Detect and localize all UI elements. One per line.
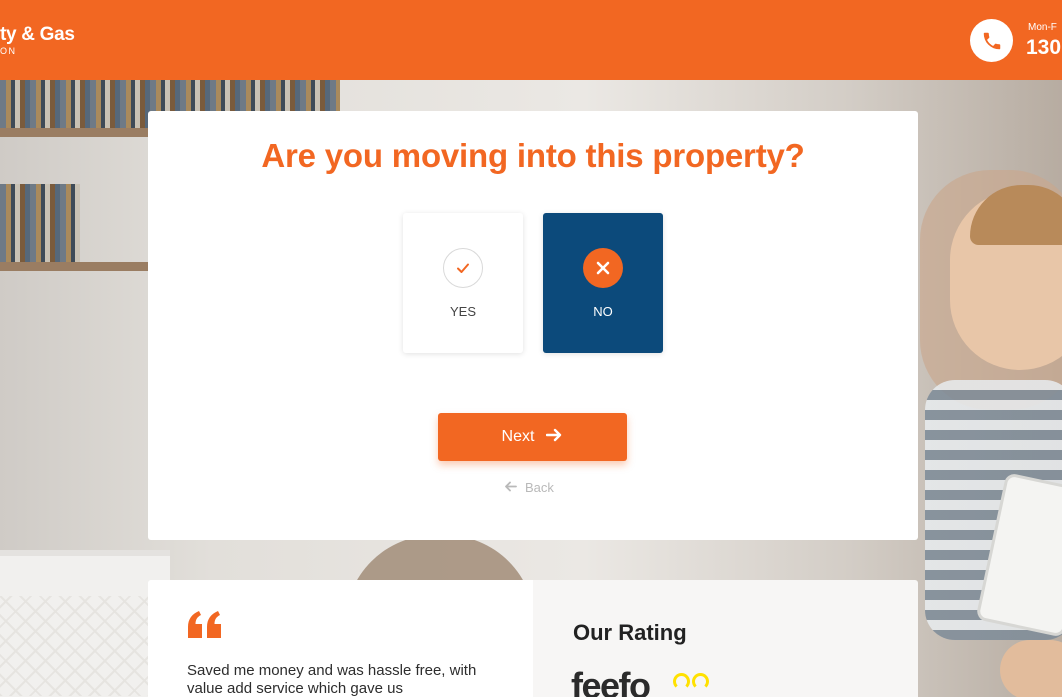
feefo-logo: feefo xyxy=(571,665,651,697)
brand-logo[interactable]: ty & Gas ON xyxy=(0,24,75,56)
option-no-label: NO xyxy=(593,304,613,319)
bookshelf-books xyxy=(0,184,80,264)
arm xyxy=(1000,640,1062,697)
question-title: Are you moving into this property? xyxy=(261,137,805,174)
feefo-eyes-icon xyxy=(673,673,709,690)
next-button-label: Next xyxy=(501,428,535,445)
quote-icon xyxy=(186,610,224,645)
brand-name: ty & Gas xyxy=(0,24,75,45)
phone-hours: Mon-F xyxy=(1028,22,1057,33)
bookshelf xyxy=(0,262,150,271)
option-yes[interactable]: YES xyxy=(403,213,523,353)
option-no[interactable]: NO xyxy=(543,213,663,353)
sofa xyxy=(0,550,170,697)
back-link[interactable]: Back xyxy=(504,480,564,495)
check-icon xyxy=(443,248,483,288)
arrow-right-icon xyxy=(546,428,563,447)
rating-title: Our Rating xyxy=(573,620,687,645)
x-icon xyxy=(583,248,623,288)
phone-icon[interactable] xyxy=(970,19,1013,62)
rating-panel: Our Rating feefo xyxy=(533,580,918,697)
brand-subtitle: ON xyxy=(0,46,17,56)
option-yes-label: YES xyxy=(449,304,476,319)
question-card: Are you moving into this property? YES N… xyxy=(148,111,918,540)
next-button[interactable]: Next xyxy=(438,413,627,461)
back-link-label: Back xyxy=(525,480,554,495)
phone-number[interactable]: 130 xyxy=(1026,36,1061,60)
site-header: ty & Gas ON Mon-F 130 xyxy=(0,0,1062,80)
testimonial-panel: Saved me money and was hassle free, with… xyxy=(148,580,533,697)
arrow-left-icon xyxy=(504,480,517,495)
testimonial-text: Saved me money and was hassle free, with… xyxy=(187,662,477,697)
